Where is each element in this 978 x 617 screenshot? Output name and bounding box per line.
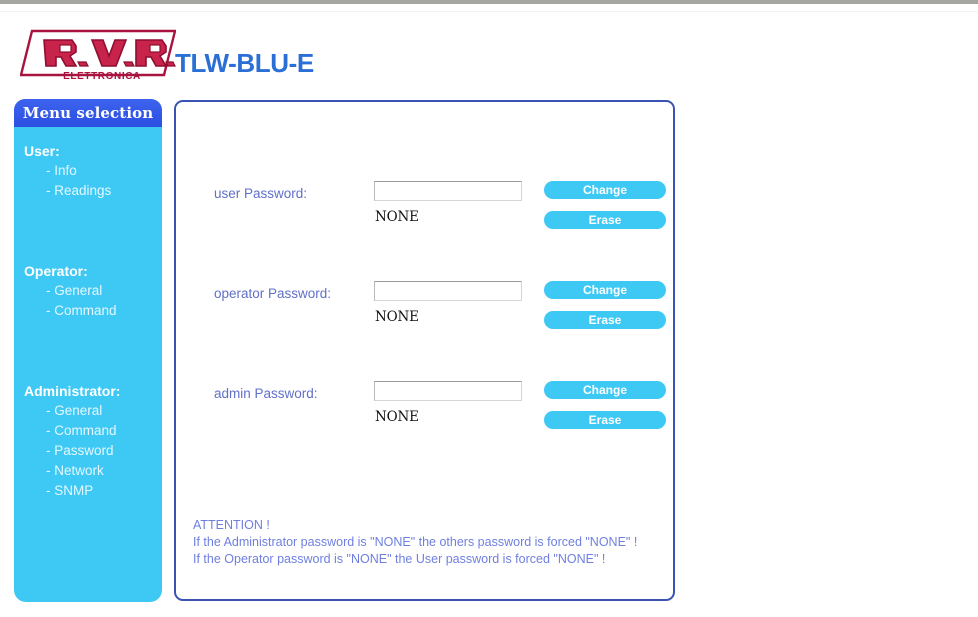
sidebar-group-title: Administrator: <box>24 383 121 399</box>
erase-password-button[interactable]: Erase <box>544 411 666 429</box>
sidebar-item-snmp[interactable]: - SNMP <box>14 481 162 501</box>
password-input[interactable] <box>374 381 522 401</box>
change-password-button[interactable]: Change <box>544 181 666 199</box>
password-row: operator Password: NONE Change Erase <box>176 281 673 339</box>
sidebar-item-password[interactable]: - Password <box>14 441 162 461</box>
page-header: ELETTRONICA TLW-BLU-E <box>0 14 978 90</box>
password-status: NONE <box>375 409 419 425</box>
change-password-button[interactable]: Change <box>544 381 666 399</box>
sidebar-item-network[interactable]: - Network <box>14 461 162 481</box>
sidebar-group-administrator: Administrator: - General - Command - Passwo… <box>14 381 162 501</box>
erase-password-button[interactable]: Erase <box>544 211 666 229</box>
sidebar-group-operator: Operator: - General - Command <box>14 261 162 321</box>
password-label: operator Password: <box>214 286 332 301</box>
sidebar-item-command[interactable]: - Command <box>14 421 162 441</box>
password-input[interactable] <box>374 181 522 201</box>
erase-password-button[interactable]: Erase <box>544 311 666 329</box>
sidebar-title: Menu selection <box>14 99 162 127</box>
svg-text:ELETTRONICA: ELETTRONICA <box>63 71 141 82</box>
sidebar-item-general[interactable]: - General <box>14 281 162 301</box>
sidebar-item-readings[interactable]: - Readings <box>14 181 162 201</box>
password-row: admin Password: NONE Change Erase <box>176 381 673 439</box>
sidebar-group-user: User: - Info - Readings <box>14 141 162 201</box>
sidebar-item-command[interactable]: - Command <box>14 301 162 321</box>
page-title: TLW-BLU-E <box>175 48 314 78</box>
sidebar-nav: User: - Info - Readings Operator: - General -… <box>14 127 162 501</box>
password-status: NONE <box>375 309 419 325</box>
content-panel: user Password: NONE Change Erase operator Pa… <box>174 100 675 601</box>
password-label: admin Password: <box>214 386 318 401</box>
header-divider <box>0 11 978 12</box>
sidebar-menu: Menu selection User: - Info - Readings Oper… <box>14 99 162 602</box>
password-status: NONE <box>375 209 419 225</box>
sidebar-item-general[interactable]: - General <box>14 401 162 421</box>
password-label: user Password: <box>214 186 308 201</box>
sidebar-group-title: User: <box>24 143 60 159</box>
rvr-logo: ELETTRONICA <box>20 28 176 82</box>
attention-line-1: If the Administrator password is "NONE" … <box>193 535 638 549</box>
top-gray-bar <box>0 0 978 4</box>
sidebar-item-info[interactable]: - Info <box>14 161 162 181</box>
attention-heading: ATTENTION ! <box>193 518 270 532</box>
attention-notice: ATTENTION ! If the Administrator passwor… <box>193 517 637 568</box>
password-input[interactable] <box>374 281 522 301</box>
attention-line-2: If the Operator password is "NONE" the U… <box>193 552 606 566</box>
change-password-button[interactable]: Change <box>544 281 666 299</box>
password-row: user Password: NONE Change Erase <box>176 181 673 239</box>
sidebar-group-title: Operator: <box>24 263 88 279</box>
